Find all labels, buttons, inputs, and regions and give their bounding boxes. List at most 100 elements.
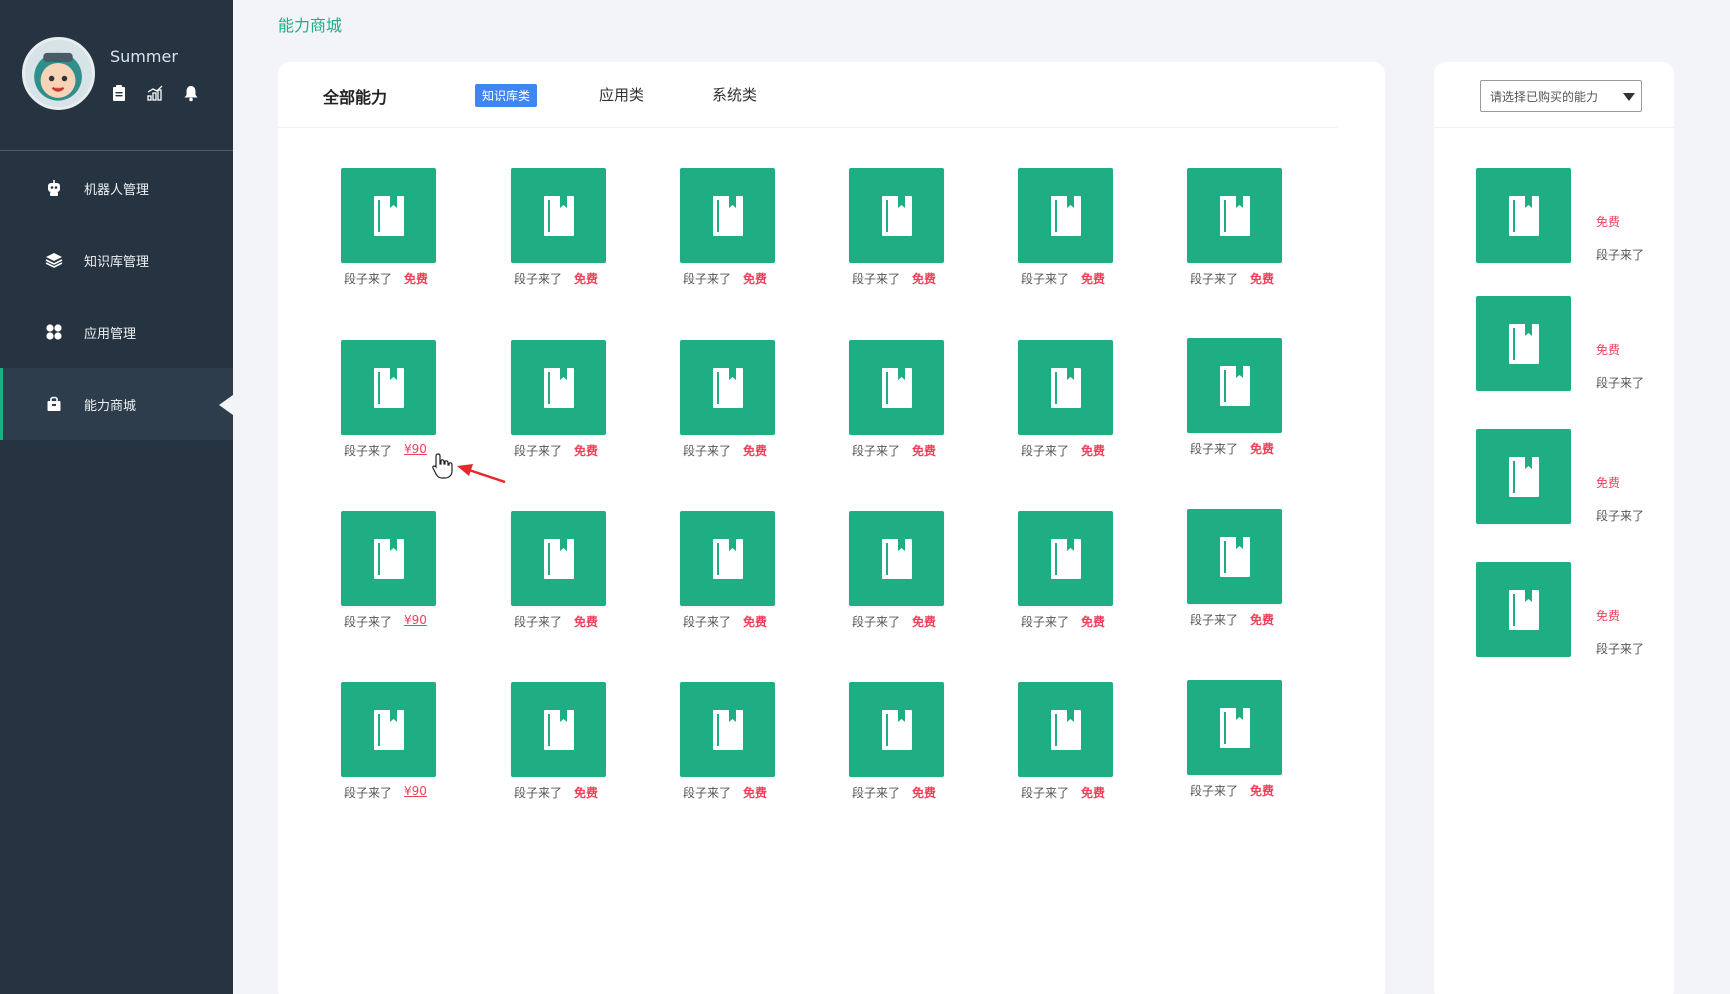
ability-card[interactable]: 段子来了 免费 [341,168,461,287]
book-icon [1219,536,1250,577]
ability-card[interactable]: 段子来了 免费 [849,168,969,287]
purchased-name: 段子来了 [1596,509,1645,523]
ability-tile[interactable] [1187,509,1282,604]
breadcrumb[interactable]: 能力商城 [278,12,342,36]
ability-tile[interactable] [1476,168,1571,263]
ability-name: 段子来了 [514,444,563,458]
clipboard-icon[interactable] [110,84,128,102]
ability-tile[interactable] [849,340,944,435]
ability-tile[interactable] [849,511,944,606]
ability-tile[interactable] [341,511,436,606]
ability-card[interactable]: 段子来了 免费 [680,682,800,801]
ability-card[interactable]: 段子来了 ¥90 [341,511,461,630]
ability-price-link[interactable]: ¥90 [404,784,427,801]
ability-tile[interactable] [511,511,606,606]
purchased-item[interactable]: 免费 段子来了 [1476,562,1656,657]
book-icon [712,195,743,236]
ability-tile[interactable] [680,168,775,263]
ability-tile[interactable] [511,340,606,435]
ability-tile[interactable] [1187,168,1282,263]
ability-tile[interactable] [1018,340,1113,435]
ability-tile[interactable] [1476,429,1571,524]
ability-price: 免费 [574,272,599,286]
book-icon [712,367,743,408]
ability-tile[interactable] [1476,296,1571,391]
ability-price: 免费 [743,615,768,629]
ability-card[interactable]: 段子来了 免费 [1187,509,1307,628]
ability-name: 段子来了 [344,444,393,458]
ability-tile[interactable] [680,340,775,435]
ability-tile[interactable] [680,511,775,606]
book-icon [543,195,574,236]
ability-name: 段子来了 [683,444,732,458]
ability-price-link[interactable]: ¥90 [404,442,427,459]
ability-name: 段子来了 [1190,272,1239,286]
book-icon [1050,367,1081,408]
ability-tile[interactable] [341,168,436,263]
ability-name: 段子来了 [344,272,393,286]
avatar[interactable] [22,37,95,110]
purchased-ability-select[interactable]: 请选择已购买的能力 [1480,80,1642,112]
sidebar-item-robot-management[interactable]: 机器人管理 [0,152,233,224]
ability-name: 段子来了 [852,444,901,458]
ability-card[interactable]: 段子来了 免费 [511,168,631,287]
purchased-item[interactable]: 免费 段子来了 [1476,296,1656,391]
ability-tile[interactable] [511,168,606,263]
ability-card[interactable]: 段子来了 免费 [1018,340,1138,459]
ability-tile[interactable] [341,340,436,435]
ability-card[interactable]: 段子来了 免费 [511,340,631,459]
tab-system[interactable]: 系统类 [712,84,757,105]
ability-tile[interactable] [1018,511,1113,606]
book-icon [373,367,404,408]
ability-name: 段子来了 [1021,444,1070,458]
ability-name: 段子来了 [514,615,563,629]
ability-tile[interactable] [849,682,944,777]
book-icon [543,367,574,408]
ability-card[interactable]: 段子来了 免费 [1018,682,1138,801]
ability-card[interactable]: 段子来了 免费 [680,340,800,459]
ability-name: 段子来了 [683,615,732,629]
tab-knowledge-base[interactable]: 知识库类 [475,84,538,107]
ability-tile[interactable] [1018,682,1113,777]
ability-price: 免费 [1250,272,1275,286]
ability-card[interactable]: 段子来了 免费 [680,511,800,630]
ability-tile[interactable] [511,682,606,777]
book-icon [373,195,404,236]
robot-icon [44,178,64,198]
book-icon [1508,323,1539,364]
ability-card[interactable]: 段子来了 免费 [511,682,631,801]
ability-tile[interactable] [341,682,436,777]
ability-tile[interactable] [849,168,944,263]
ability-price-link[interactable]: ¥90 [404,613,427,630]
ability-card[interactable]: 段子来了 ¥90 [341,682,461,801]
ability-tile[interactable] [1476,562,1571,657]
book-icon [881,709,912,750]
sidebar-item-app-management[interactable]: 应用管理 [0,296,233,368]
tab-all-abilities[interactable]: 全部能力 [323,84,387,108]
bell-icon[interactable] [182,84,200,102]
ability-card[interactable]: 段子来了 免费 [1187,338,1307,457]
ability-tile[interactable] [680,682,775,777]
ability-tile[interactable] [1187,680,1282,775]
ability-card[interactable]: 段子来了 免费 [1018,511,1138,630]
tab-applications[interactable]: 应用类 [599,84,644,105]
purchased-item[interactable]: 免费 段子来了 [1476,429,1656,524]
ability-card[interactable]: 段子来了 免费 [849,682,969,801]
ability-card[interactable]: 段子来了 免费 [680,168,800,287]
ability-tile[interactable] [1187,338,1282,433]
ability-card[interactable]: 段子来了 免费 [849,340,969,459]
ability-card[interactable]: 段子来了 ¥90 [341,340,461,459]
sidebar-item-ability-mall[interactable]: 能力商城 [0,368,233,440]
ability-card[interactable]: 段子来了 免费 [511,511,631,630]
ability-card[interactable]: 段子来了 免费 [1187,680,1307,799]
purchased-item[interactable]: 免费 段子来了 [1476,168,1656,263]
ability-tile[interactable] [1018,168,1113,263]
ability-card[interactable]: 段子来了 免费 [1187,168,1307,287]
sidebar-item-label: 知识库管理 [84,254,150,270]
ability-card[interactable]: 段子来了 免费 [1018,168,1138,287]
ability-card[interactable]: 段子来了 免费 [849,511,969,630]
sidebar-item-knowledge-base[interactable]: 知识库管理 [0,224,233,296]
ability-price: 免费 [404,272,429,286]
stats-icon[interactable] [146,84,164,102]
ability-price: 免费 [912,786,937,800]
